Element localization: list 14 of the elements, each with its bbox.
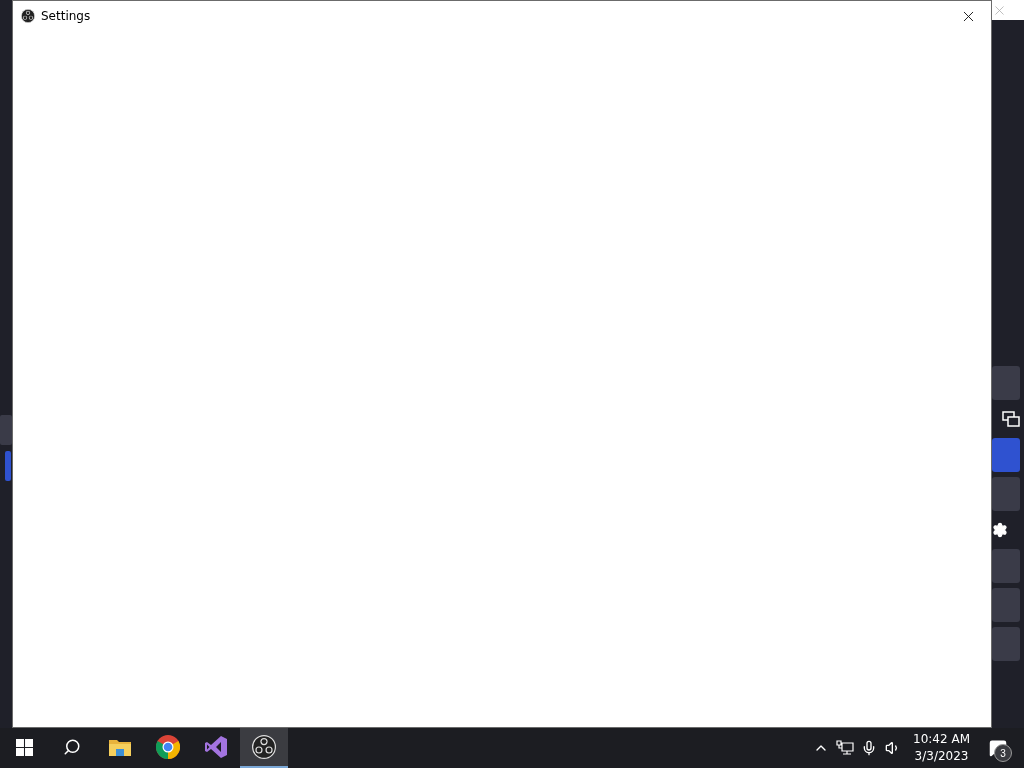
window-title: Settings xyxy=(41,9,92,23)
windows-icon xyxy=(1002,411,1020,427)
search-icon xyxy=(63,738,81,756)
clock-time: 10:42 AM xyxy=(913,731,970,748)
folder-icon xyxy=(109,738,131,756)
windows-logo-icon xyxy=(15,738,33,756)
notification-count: 3 xyxy=(994,744,1012,762)
clock-date: 3/3/2023 xyxy=(914,748,969,765)
obs-logo-icon xyxy=(21,9,35,23)
visual-studio-logo-icon xyxy=(204,735,228,759)
chrome-logo-icon xyxy=(156,735,180,759)
notification-button[interactable]: 3 xyxy=(978,728,1018,768)
taskbar-app[interactable] xyxy=(240,728,288,768)
obs-logo-icon xyxy=(252,735,276,759)
